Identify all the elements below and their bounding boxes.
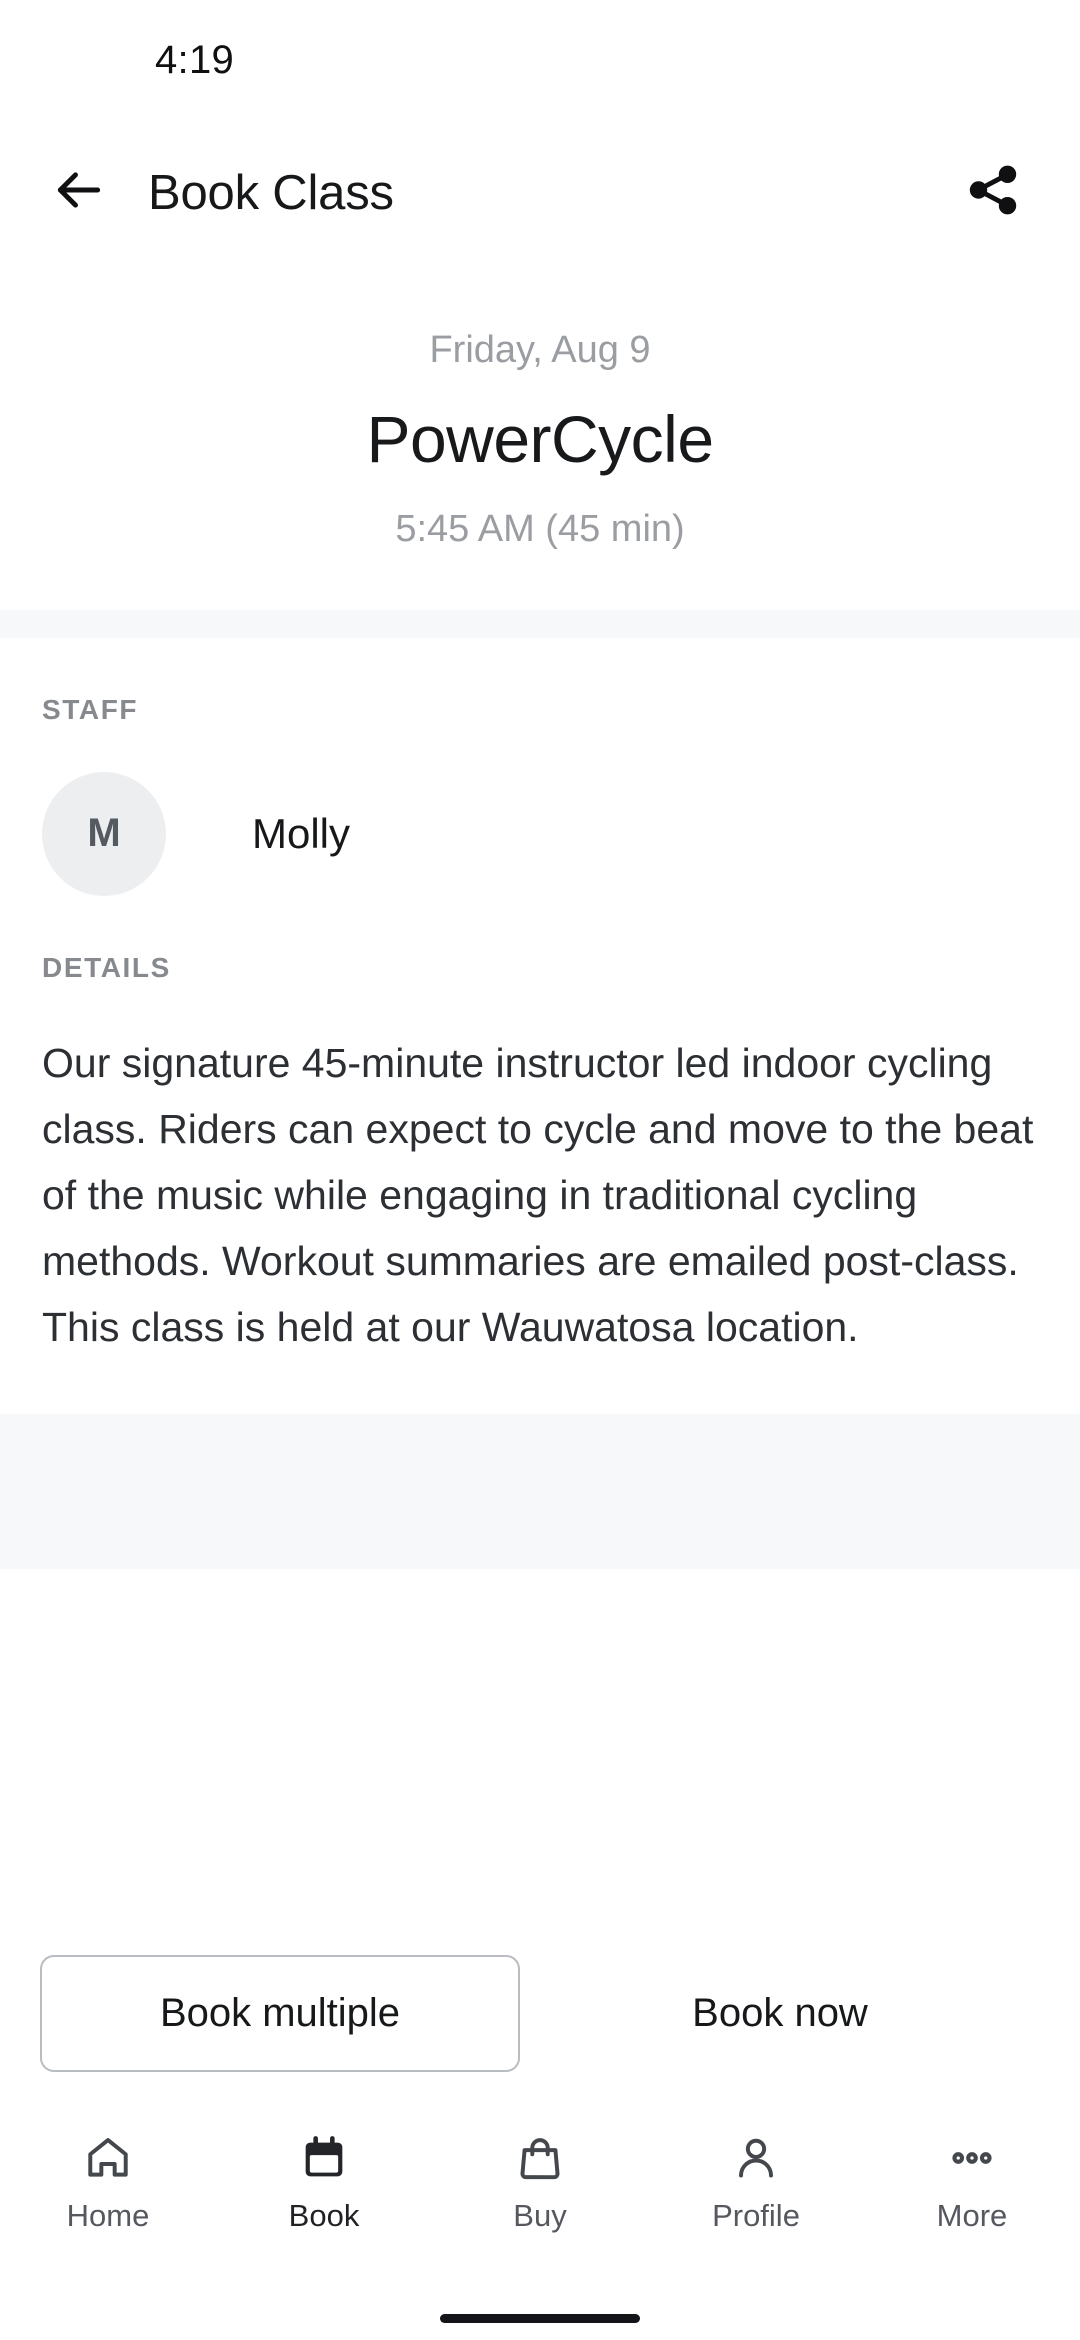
nav-label-home: Home bbox=[66, 2198, 150, 2233]
bottom-navigation: Home Book Buy Profile More bbox=[0, 2116, 1080, 2296]
staff-name: Molly bbox=[252, 809, 351, 857]
action-bar: Book multiple Book now bbox=[0, 1911, 1080, 2116]
book-now-button[interactable]: Book now bbox=[520, 1957, 1040, 2070]
home-indicator[interactable] bbox=[440, 2313, 640, 2323]
phone-screen: 4:19 Book Class Friday, Aug 9 PowerCycle… bbox=[0, 0, 1080, 2340]
details-description: Our signature 45-minute instructor led i… bbox=[42, 1039, 1034, 1350]
home-indicator-area bbox=[0, 2296, 1080, 2340]
shopping-bag-icon bbox=[515, 2130, 565, 2186]
nav-label-book: Book bbox=[288, 2198, 360, 2233]
book-multiple-button[interactable]: Book multiple bbox=[40, 1955, 520, 2072]
class-date: Friday, Aug 9 bbox=[429, 329, 651, 371]
more-dots-icon bbox=[947, 2130, 997, 2186]
status-bar-clock: 4:19 bbox=[155, 37, 235, 82]
nav-label-profile: Profile bbox=[712, 2198, 800, 2233]
staff-row[interactable]: M Molly bbox=[42, 771, 1038, 896]
calendar-icon bbox=[299, 2130, 349, 2186]
staff-section-label: STAFF bbox=[42, 693, 139, 725]
share-button[interactable] bbox=[958, 158, 1028, 228]
class-time-duration: 5:45 AM (45 min) bbox=[395, 508, 685, 551]
section-divider-band bbox=[0, 609, 1080, 638]
nav-item-more[interactable]: More bbox=[864, 2130, 1080, 2231]
home-icon bbox=[83, 2130, 133, 2186]
app-bar: Book Class bbox=[0, 120, 1080, 265]
class-name: PowerCycle bbox=[366, 401, 714, 476]
status-bar: 4:19 bbox=[0, 0, 1080, 120]
nav-item-home[interactable]: Home bbox=[0, 2130, 216, 2231]
empty-section-block bbox=[0, 1413, 1080, 1569]
arrow-left-icon bbox=[51, 162, 107, 223]
nav-item-profile[interactable]: Profile bbox=[648, 2130, 864, 2231]
avatar-initial: M bbox=[87, 811, 121, 856]
class-hero: Friday, Aug 9 PowerCycle 5:45 AM (45 min… bbox=[0, 265, 1080, 610]
back-button[interactable] bbox=[46, 160, 112, 226]
page-title: Book Class bbox=[148, 165, 394, 220]
nav-item-buy[interactable]: Buy bbox=[432, 2130, 648, 2231]
details-section-label: DETAILS bbox=[42, 951, 171, 983]
content-spacer bbox=[0, 1568, 1080, 1911]
info-section: STAFF M Molly DETAILS Our signature 45-m… bbox=[0, 637, 1080, 1414]
share-icon bbox=[964, 161, 1022, 224]
nav-label-more: More bbox=[936, 2198, 1008, 2233]
person-icon bbox=[731, 2130, 781, 2186]
avatar: M bbox=[42, 771, 166, 896]
nav-label-buy: Buy bbox=[513, 2198, 567, 2233]
nav-item-book[interactable]: Book bbox=[216, 2130, 432, 2231]
